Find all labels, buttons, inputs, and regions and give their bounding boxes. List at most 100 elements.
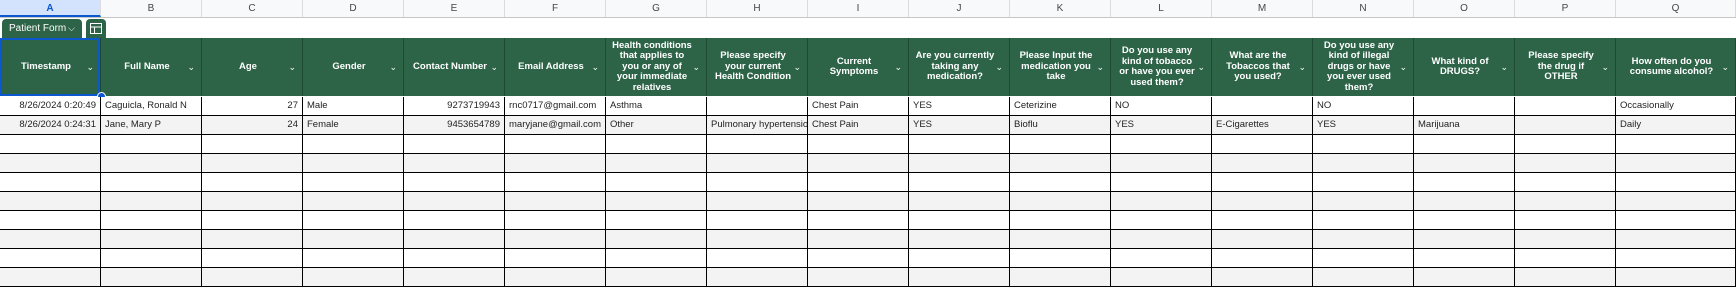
table-cell[interactable]: [505, 230, 606, 249]
table-cell[interactable]: NO: [1111, 97, 1212, 116]
table-cell[interactable]: [0, 192, 101, 211]
table-cell[interactable]: [1313, 173, 1414, 192]
table-cell[interactable]: [505, 192, 606, 211]
table-cell[interactable]: [707, 97, 808, 116]
column-letter-o[interactable]: O: [1414, 0, 1515, 17]
table-cell[interactable]: [0, 173, 101, 192]
table-cell[interactable]: 27: [202, 97, 303, 116]
table-cell[interactable]: [1313, 192, 1414, 211]
header-cell[interactable]: Please specify your current Health Condi…: [707, 38, 808, 96]
table-cell[interactable]: Daily: [1616, 116, 1736, 135]
table-cell[interactable]: [1010, 135, 1111, 154]
column-letter-e[interactable]: E: [404, 0, 505, 17]
table-cell[interactable]: [707, 268, 808, 287]
table-cell[interactable]: [202, 211, 303, 230]
table-cell[interactable]: [101, 135, 202, 154]
table-cell[interactable]: [1616, 192, 1736, 211]
table-cell[interactable]: [202, 135, 303, 154]
table-cell[interactable]: Asthma: [606, 97, 707, 116]
table-cell[interactable]: [606, 230, 707, 249]
table-cell[interactable]: [1010, 211, 1111, 230]
column-letter-l[interactable]: L: [1111, 0, 1212, 17]
header-cell[interactable]: Age ⌄: [202, 38, 303, 96]
chevron-down-icon[interactable]: ⌄: [86, 62, 94, 73]
table-cell[interactable]: [1212, 230, 1313, 249]
table-cell[interactable]: [606, 154, 707, 173]
column-letter-j[interactable]: J: [909, 0, 1010, 17]
table-cell[interactable]: [1515, 173, 1616, 192]
table-cell[interactable]: [404, 154, 505, 173]
table-cell[interactable]: 24: [202, 116, 303, 135]
table-cell[interactable]: [1010, 249, 1111, 268]
table-cell[interactable]: [1313, 154, 1414, 173]
table-cell[interactable]: [1212, 192, 1313, 211]
table-cell[interactable]: [1515, 249, 1616, 268]
header-cell[interactable]: Health conditions that applies to you or…: [606, 38, 707, 96]
table-cell[interactable]: Pulmonary hypertension: [707, 116, 808, 135]
table-cell[interactable]: [606, 192, 707, 211]
table-cell[interactable]: [909, 135, 1010, 154]
table-cell[interactable]: [202, 154, 303, 173]
table-cell[interactable]: [505, 135, 606, 154]
table-cell[interactable]: [404, 173, 505, 192]
table-cell[interactable]: [505, 249, 606, 268]
table-cell[interactable]: [1515, 268, 1616, 287]
table-cell[interactable]: [1313, 211, 1414, 230]
table-cell[interactable]: [909, 268, 1010, 287]
table-cell[interactable]: [707, 230, 808, 249]
table-cell[interactable]: [1010, 268, 1111, 287]
table-cell[interactable]: [0, 211, 101, 230]
column-letter-m[interactable]: M: [1212, 0, 1313, 17]
table-cell[interactable]: [1616, 154, 1736, 173]
table-cell[interactable]: [606, 268, 707, 287]
table-cell[interactable]: [303, 249, 404, 268]
table-cell[interactable]: [808, 230, 909, 249]
header-cell[interactable]: Current Symptoms ⌄: [808, 38, 909, 96]
column-letter-d[interactable]: D: [303, 0, 404, 17]
table-cell[interactable]: [1212, 97, 1313, 116]
table-cell[interactable]: [303, 211, 404, 230]
table-cell[interactable]: [101, 268, 202, 287]
header-cell[interactable]: What kind of DRUGS? ⌄: [1414, 38, 1515, 96]
table-cell[interactable]: [606, 211, 707, 230]
table-cell[interactable]: [0, 230, 101, 249]
table-cell[interactable]: [505, 268, 606, 287]
table-cell[interactable]: [1010, 192, 1111, 211]
header-cell[interactable]: Full Name ⌄: [101, 38, 202, 96]
table-cell[interactable]: [404, 192, 505, 211]
table-cell[interactable]: [1515, 230, 1616, 249]
table-cell[interactable]: [404, 230, 505, 249]
table-cell[interactable]: [909, 249, 1010, 268]
chevron-down-icon[interactable]: ⌄: [793, 62, 801, 73]
table-cell[interactable]: [404, 211, 505, 230]
header-cell[interactable]: Do you use any kind of tobacco or have y…: [1111, 38, 1212, 96]
table-cell[interactable]: [202, 268, 303, 287]
column-letter-g[interactable]: G: [606, 0, 707, 17]
table-cell[interactable]: [909, 211, 1010, 230]
table-cell[interactable]: [707, 173, 808, 192]
table-cell[interactable]: [808, 154, 909, 173]
table-cell[interactable]: [1616, 230, 1736, 249]
table-cell[interactable]: [909, 230, 1010, 249]
table-cell[interactable]: [1010, 230, 1111, 249]
table-cell[interactable]: [1616, 173, 1736, 192]
table-cell[interactable]: [1111, 154, 1212, 173]
table-cell[interactable]: [1515, 116, 1616, 135]
chevron-down-icon[interactable]: ⌄: [1500, 62, 1508, 73]
table-cell[interactable]: [1313, 249, 1414, 268]
table-cell[interactable]: [101, 154, 202, 173]
table-cell[interactable]: [1414, 268, 1515, 287]
chevron-down-icon[interactable]: ⌄: [894, 62, 902, 73]
table-cell[interactable]: [808, 268, 909, 287]
table-cell[interactable]: [808, 211, 909, 230]
table-cell[interactable]: [404, 249, 505, 268]
table-cell[interactable]: [707, 154, 808, 173]
table-cell[interactable]: 9453654789: [404, 116, 505, 135]
table-cell[interactable]: [1515, 97, 1616, 116]
table-cell[interactable]: [1515, 154, 1616, 173]
table-cell[interactable]: [101, 230, 202, 249]
table-cell[interactable]: [1515, 192, 1616, 211]
table-cell[interactable]: [1111, 268, 1212, 287]
table-cell[interactable]: [1111, 211, 1212, 230]
table-cell[interactable]: [808, 135, 909, 154]
